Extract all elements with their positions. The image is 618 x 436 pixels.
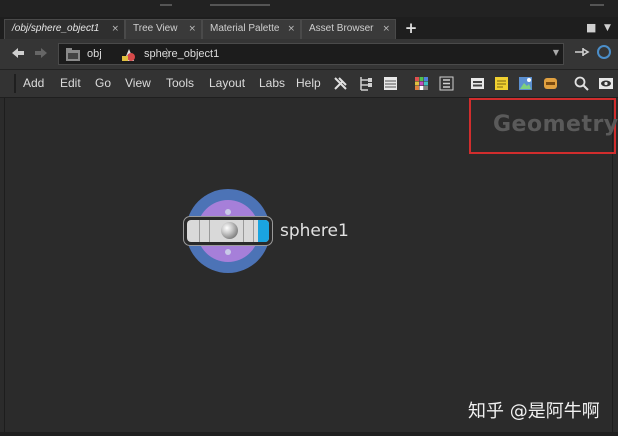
search-icon[interactable]: [574, 76, 589, 91]
link-target-icon[interactable]: [597, 45, 611, 59]
network-context-label: Geometry: [493, 112, 618, 137]
geometry-object-icon[interactable]: [121, 47, 137, 61]
menu-go[interactable]: Go: [95, 75, 111, 92]
pin-icon[interactable]: [574, 46, 590, 62]
network-folder-icon[interactable]: [65, 47, 81, 61]
close-tab-icon[interactable]: ×: [111, 20, 119, 38]
sphere-node[interactable]: [183, 216, 273, 246]
node-input-connector[interactable]: [225, 209, 231, 215]
tab-label: /obj/sphere_object1: [12, 23, 100, 34]
sphere-icon: [221, 222, 238, 239]
tab-network-view[interactable]: /obj/sphere_object1 ×: [4, 19, 125, 39]
maximize-pane-icon[interactable]: ■: [586, 21, 596, 34]
node-stripe: [199, 220, 200, 242]
toolbar-grip: [14, 74, 16, 93]
strip-mark: [210, 4, 270, 6]
menu-help[interactable]: Help: [296, 75, 321, 92]
menu-add[interactable]: Add: [23, 75, 44, 92]
display-flag[interactable]: [258, 220, 269, 242]
menu-edit[interactable]: Edit: [60, 75, 81, 92]
node-output-connector[interactable]: [225, 249, 231, 255]
network-box-icon[interactable]: [470, 76, 485, 91]
color-palette-icon[interactable]: [414, 76, 429, 91]
strip-mark: [590, 4, 604, 6]
close-tab-icon[interactable]: ×: [287, 20, 295, 38]
pane-border: [4, 98, 5, 436]
network-dots-icon[interactable]: [543, 76, 558, 91]
pane-menu-icon[interactable]: ▼: [604, 23, 611, 33]
path-bar: obj 〉 sphere_object1 ▼: [0, 39, 618, 70]
tab-label: Tree View: [133, 23, 178, 34]
menu-labs[interactable]: Labs: [259, 75, 285, 92]
path-dropdown-icon[interactable]: ▼: [553, 48, 559, 57]
node-stripe: [209, 220, 210, 242]
menu-tools[interactable]: Tools: [166, 75, 194, 92]
sticky-note-icon[interactable]: [494, 76, 509, 91]
list-view-icon[interactable]: [383, 76, 398, 91]
background-image-icon[interactable]: [518, 76, 533, 91]
tab-label: Asset Browser: [309, 23, 374, 34]
top-strip: [0, 0, 618, 17]
menu-layout[interactable]: Layout: [209, 75, 245, 92]
close-tab-icon[interactable]: ×: [382, 20, 390, 38]
bottom-border: [0, 432, 618, 436]
tab-bar: /obj/sphere_object1 × Tree View × Materi…: [0, 17, 618, 39]
back-arrow-icon[interactable]: [10, 45, 26, 61]
watermark-text: 知乎 @是阿牛啊: [468, 401, 600, 422]
tab-material-palette[interactable]: Material Palette ×: [202, 19, 301, 39]
node-stripe: [253, 220, 254, 242]
path-segment-sphere-object[interactable]: sphere_object1: [144, 46, 219, 62]
node-stripe: [243, 220, 244, 242]
strip-mark: [160, 4, 172, 6]
forward-arrow-icon[interactable]: [33, 45, 49, 61]
wrench-tools-icon[interactable]: [333, 76, 348, 91]
tree-layout-icon[interactable]: [358, 76, 373, 91]
grid-display-icon[interactable]: [439, 76, 454, 91]
tab-asset-browser[interactable]: Asset Browser ×: [301, 19, 396, 39]
close-tab-icon[interactable]: ×: [188, 20, 196, 38]
tab-label: Material Palette: [210, 23, 280, 34]
add-tab-button[interactable]: +: [402, 17, 420, 39]
node-tile: [187, 220, 269, 242]
node-name-label[interactable]: sphere1: [280, 221, 349, 241]
path-segment-obj[interactable]: obj: [87, 46, 102, 62]
network-path-field[interactable]: obj 〉 sphere_object1 ▼: [58, 43, 564, 65]
tab-tree-view[interactable]: Tree View ×: [125, 19, 202, 39]
eye-visibility-icon[interactable]: [598, 76, 613, 91]
menu-bar: Add Edit Go View Tools Layout Labs Help: [0, 70, 618, 98]
menu-view[interactable]: View: [125, 75, 151, 92]
